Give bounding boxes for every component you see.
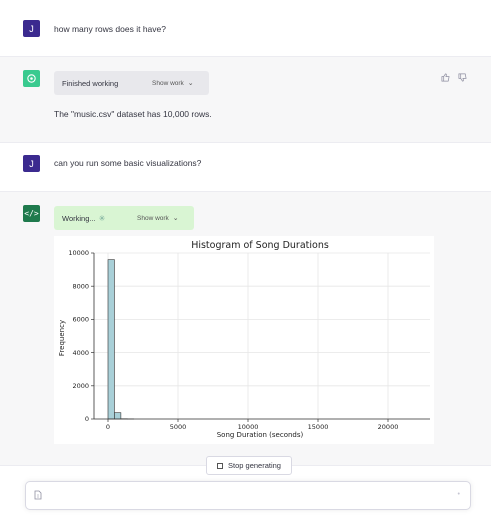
assistant-message-text: The "music.csv" dataset has 10,000 rows. <box>54 109 212 119</box>
y-tick-label: 6000 <box>72 316 89 324</box>
chart-xlabel: Song Duration (seconds) <box>217 431 304 439</box>
code-icon: </> <box>23 205 40 222</box>
x-tick-label: 5000 <box>170 423 187 431</box>
x-tick-label: 15000 <box>308 423 329 431</box>
y-tick-label: 10000 <box>68 249 89 257</box>
feedback-buttons <box>441 73 467 84</box>
finished-working-toggle[interactable]: Finished working Show work ⌄ <box>54 71 209 95</box>
stop-generating-button[interactable]: Stop generating <box>206 456 292 475</box>
stop-icon <box>217 462 224 469</box>
show-work-button[interactable]: Show work ⌄ <box>137 214 179 222</box>
x-tick-label: 0 <box>106 423 110 431</box>
openai-logo-icon-svg <box>27 74 36 83</box>
user-avatar: J <box>23 155 40 172</box>
chevron-down-icon: ⌄ <box>172 215 179 222</box>
x-tick-label: 10000 <box>238 423 259 431</box>
user-message-text: how many rows does it have? <box>54 24 166 34</box>
working-toggle[interactable]: Working... ✳ Show work ⌄ <box>54 206 194 230</box>
chart-ylabel: Frequency <box>58 320 66 356</box>
message-input[interactable] <box>46 488 446 504</box>
histogram-chart: Histogram of Song Durations Song Duratio… <box>54 236 434 444</box>
chart-axes <box>93 253 430 420</box>
y-tick-label: 4000 <box>72 349 89 357</box>
histogram-bar <box>107 259 115 420</box>
user-avatar-initial: J <box>29 158 34 169</box>
y-tick-label: 8000 <box>72 282 89 290</box>
send-icon[interactable]: • <box>458 491 460 498</box>
thumbs-up-icon[interactable] <box>441 73 458 84</box>
work-status-label: Working... <box>62 213 96 223</box>
user-message-1: J how many rows does it have? <box>0 0 491 56</box>
message-composer: • <box>25 481 471 510</box>
histogram-bar <box>114 412 122 420</box>
assistant-message-1: Finished working Show work ⌄ The "music.c… <box>0 56 491 143</box>
work-status-label: Finished working <box>62 78 119 88</box>
show-work-label: Show work <box>137 215 169 222</box>
spinner-icon: ✳ <box>98 213 106 223</box>
chart-bars <box>107 259 135 420</box>
histogram-svg: Histogram of Song Durations Song Duratio… <box>58 240 430 439</box>
openai-logo-icon <box>23 70 40 87</box>
code-icon-glyph: </> <box>24 209 39 218</box>
x-tick-label: 20000 <box>378 423 399 431</box>
chart-grid <box>94 252 430 420</box>
thumbs-down-icon[interactable] <box>458 73 467 84</box>
stop-generating-label: Stop generating <box>228 461 281 470</box>
user-message-2: J can you run some basic visualizations? <box>0 143 491 191</box>
y-tick-label: 2000 <box>72 382 89 390</box>
y-tick-label: 0 <box>85 415 89 423</box>
chart-title: Histogram of Song Durations <box>191 240 329 251</box>
user-avatar: J <box>23 20 40 37</box>
attach-file-icon[interactable] <box>34 490 42 502</box>
chart-ticks: 0 5000 10000 15000 20000 0 2000 4000 6000 8000 100… <box>68 249 398 431</box>
show-work-button[interactable]: Show work ⌄ <box>152 79 194 87</box>
user-avatar-initial: J <box>29 23 34 34</box>
chevron-down-icon: ⌄ <box>187 80 194 87</box>
show-work-label: Show work <box>152 80 184 87</box>
user-message-text: can you run some basic visualizations? <box>54 158 202 168</box>
